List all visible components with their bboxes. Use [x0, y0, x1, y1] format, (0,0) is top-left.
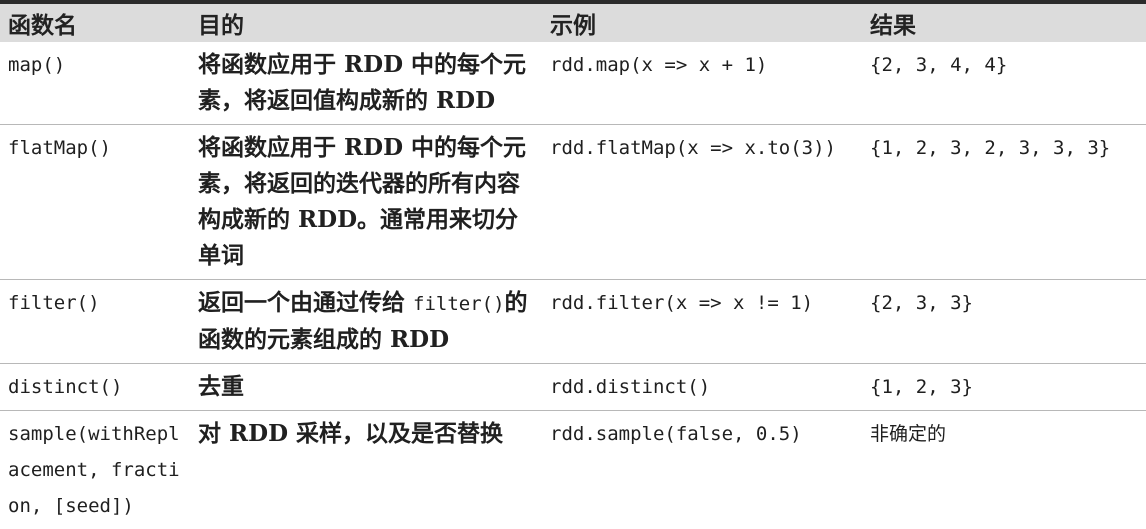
cell-example: rdd.filter(x => x != 1)	[542, 280, 862, 364]
cell-purpose: 将函数应用于 RDD 中的每个元素，将返回值构成新的 RDD	[190, 42, 542, 125]
cell-purpose: 返回一个由通过传给 filter()的函数的元素组成的 RDD	[190, 280, 542, 364]
cell-result: {1, 2, 3, 2, 3, 3, 3}	[862, 125, 1146, 280]
table-row: filter() 返回一个由通过传给 filter()的函数的元素组成的 RDD…	[0, 280, 1146, 364]
cell-function-name: sample(withReplacement, fraction, [seed]…	[0, 411, 190, 529]
purpose-inline-code: filter()	[413, 293, 505, 315]
cell-result: {2, 3, 4, 4}	[862, 42, 1146, 125]
header-function-name: 函数名	[0, 4, 190, 42]
cell-purpose: 对 RDD 采样，以及是否替换	[190, 411, 542, 529]
table-header-row: 函数名 目的 示例 结果	[0, 4, 1146, 42]
rdd-transformations-table-container: 函数名 目的 示例 结果 map() 将函数应用于 RDD 中的每个元素，将返回…	[0, 0, 1146, 505]
table-row: map() 将函数应用于 RDD 中的每个元素，将返回值构成新的 RDD rdd…	[0, 42, 1146, 125]
cell-example: rdd.flatMap(x => x.to(3))	[542, 125, 862, 280]
cell-function-name: map()	[0, 42, 190, 125]
header-example: 示例	[542, 4, 862, 42]
cell-function-name: flatMap()	[0, 125, 190, 280]
header-purpose: 目的	[190, 4, 542, 42]
header-result: 结果	[862, 4, 1146, 42]
cell-example: rdd.sample(false, 0.5)	[542, 411, 862, 529]
cell-function-name: distinct()	[0, 364, 190, 411]
table-row: distinct() 去重 rdd.distinct() {1, 2, 3}	[0, 364, 1146, 411]
cell-function-name: filter()	[0, 280, 190, 364]
cell-example: rdd.map(x => x + 1)	[542, 42, 862, 125]
rdd-transformations-table: 函数名 目的 示例 结果 map() 将函数应用于 RDD 中的每个元素，将返回…	[0, 4, 1146, 529]
table-row: flatMap() 将函数应用于 RDD 中的每个元素，将返回的迭代器的所有内容…	[0, 125, 1146, 280]
cell-purpose: 将函数应用于 RDD 中的每个元素，将返回的迭代器的所有内容构成新的 RDD。通…	[190, 125, 542, 280]
cell-result: 非确定的	[862, 411, 1146, 529]
cell-result: {1, 2, 3}	[862, 364, 1146, 411]
cell-purpose: 去重	[190, 364, 542, 411]
purpose-text-pre: 返回一个由通过传给	[198, 289, 405, 316]
table-row: sample(withReplacement, fraction, [seed]…	[0, 411, 1146, 529]
cell-example: rdd.distinct()	[542, 364, 862, 411]
cell-result: {2, 3, 3}	[862, 280, 1146, 364]
